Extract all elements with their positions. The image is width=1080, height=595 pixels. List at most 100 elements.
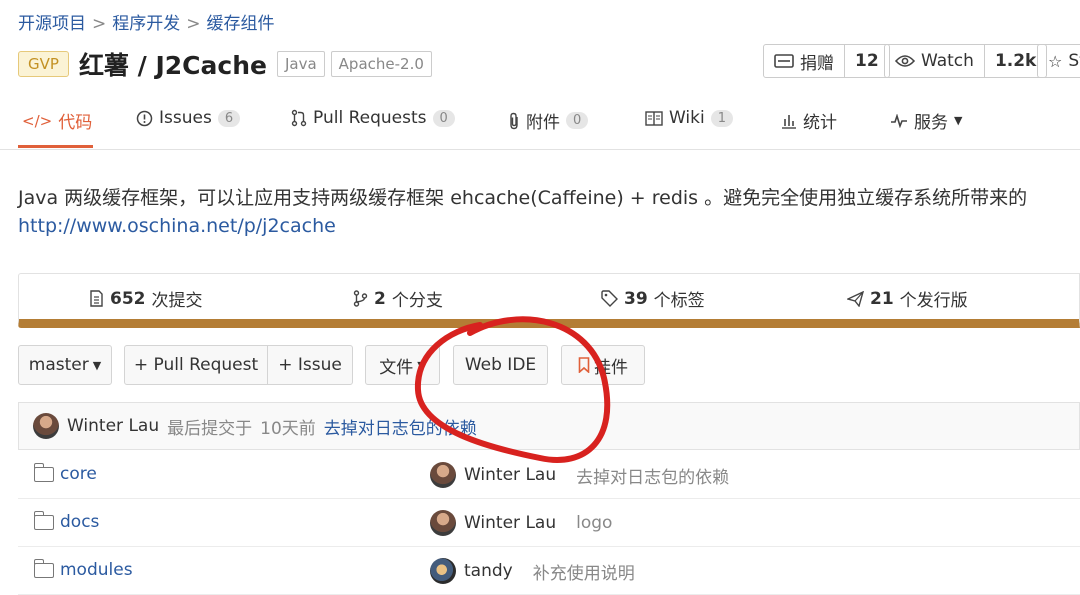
repo-stats-bar: 652 次提交 2 个分支 39 个标签 21 个发行版 [18,273,1080,328]
tab-label: Wiki [669,108,705,128]
donate-button[interactable]: 捐赠 12 [763,44,890,78]
tab-code[interactable]: </> 代码 [22,108,93,134]
star-label: St [1068,51,1080,71]
file-name-link[interactable]: core [60,464,97,484]
branch-icon [353,290,368,307]
folder-icon [33,558,54,578]
file-commit-message[interactable]: logo [576,513,612,533]
tab-label: Pull Requests [313,108,427,128]
file-menu-button[interactable]: 文件 ▼ [365,345,440,385]
commit-icon [90,290,103,307]
send-icon [847,290,864,307]
commit-author[interactable]: Winter Lau [67,416,159,436]
breadcrumb-open-source[interactable]: 开源项目 [18,14,86,34]
caret-down-icon: ▼ [954,114,963,127]
releases-label: 个发行版 [899,291,968,311]
tab-pull-requests[interactable]: Pull Requests 0 [291,108,455,128]
new-pull-request-button[interactable]: + Pull Request [124,345,268,385]
issues-count-badge: 6 [217,109,241,127]
wiki-count-badge: 1 [710,109,734,127]
file-row[interactable]: docs Winter Lau logo [18,499,1080,547]
attachments-count-badge: 0 [566,112,589,129]
branches-count: 2 [374,288,386,309]
gvp-badge[interactable]: GVP [18,51,69,77]
tab-statistics[interactable]: 统计 [781,108,837,133]
caret-down-icon: ▼ [417,358,426,372]
bookmark-icon [578,357,590,373]
issue-icon [136,110,153,126]
language-tag[interactable]: Java [276,51,325,77]
pull-requests-count-badge: 0 [432,109,455,127]
web-ide-button[interactable]: Web IDE [453,345,548,385]
tab-label: Issues [159,108,212,128]
bar-chart-icon [782,114,796,129]
license-tag[interactable]: Apache-2.0 [330,51,432,77]
code-icon: </> [22,111,53,130]
donate-icon [774,54,794,68]
breadcrumb-separator: > [92,14,107,34]
repo-tabs: </> 代码 Issues 6 Pull Requests 0 附件 0 Wik… [0,96,1080,150]
tags-label: 个标签 [653,291,705,311]
folder-icon [33,510,54,530]
donate-count[interactable]: 12 [844,45,889,77]
branch-label: master [28,355,89,375]
widget-label: 挂件 [594,357,628,378]
commits-count: 652 [110,288,146,309]
commit-prefix: 最后提交于 [167,418,253,439]
commit-time: 10天前 [260,418,316,439]
avatar[interactable] [33,413,59,439]
file-commit-message[interactable]: 补充使用说明 [533,559,635,584]
caret-down-icon: ▼ [92,358,102,372]
commits-label: 次提交 [151,291,203,311]
tab-label: 服务 [914,113,948,133]
paperclip-icon [510,112,518,129]
branch-select[interactable]: master ▼ [18,345,112,385]
folder-icon [33,462,54,482]
pull-request-icon [291,109,307,127]
avatar[interactable] [430,558,456,584]
breadcrumb-cache[interactable]: 缓存组件 [207,14,275,34]
new-issue-button[interactable]: + Issue [267,345,353,385]
active-tab-indicator [18,145,93,148]
file-author[interactable]: Winter Lau [464,513,556,533]
star-icon: ☆ [1048,51,1063,71]
tab-services[interactable]: 服务 ▼ [890,108,962,133]
tab-label: 附件 [526,113,560,133]
releases-stat[interactable]: 21 个发行版 [847,286,968,311]
last-commit-bar: Winter Lau 最后提交于 10天前 去掉对日志包的依赖 [18,402,1080,450]
repo-title[interactable]: 红薯 / J2Cache [79,46,267,82]
repo-description: Java 两级缓存框架，可以让应用支持两级缓存框架 ehcache(Caffei… [18,187,1028,209]
tag-icon [601,290,618,307]
releases-count: 21 [870,288,894,309]
tab-label: 代码 [58,113,93,133]
repo-header: GVP 红薯 / J2Cache Java Apache-2.0 [18,46,438,82]
star-button[interactable]: ☆ St [1037,44,1080,78]
commit-message-link[interactable]: 去掉对日志包的依赖 [324,414,477,439]
tags-count: 39 [624,288,648,309]
tab-label: 统计 [803,113,837,133]
file-name-link[interactable]: modules [60,560,133,580]
breadcrumb-dev[interactable]: 程序开发 [112,14,180,34]
tab-issues[interactable]: Issues 6 [136,108,241,128]
file-label: 文件 [379,357,414,378]
homepage-link[interactable]: http://www.oschina.net/p/j2cache [18,215,336,237]
widget-button[interactable]: 挂件 [561,345,645,385]
branches-label: 个分支 [391,291,443,311]
branches-stat[interactable]: 2 个分支 [353,286,443,311]
file-author[interactable]: tandy [464,561,513,581]
file-row[interactable]: core Winter Lau 去掉对日志包的依赖 [18,451,1080,499]
avatar[interactable] [430,510,456,536]
file-author[interactable]: Winter Lau [464,465,556,485]
avatar[interactable] [430,462,456,488]
breadcrumb: 开源项目 > 程序开发 > 缓存组件 [18,9,275,34]
commits-stat[interactable]: 652 次提交 [89,286,203,311]
file-name-link[interactable]: docs [60,512,99,532]
watch-button[interactable]: Watch 1.2k [884,44,1048,78]
donate-label: 捐赠 [800,53,834,74]
file-row[interactable]: modules tandy 补充使用说明 [18,547,1080,595]
file-commit-message[interactable]: 去掉对日志包的依赖 [576,463,729,488]
tags-stat[interactable]: 39 个标签 [601,286,705,311]
tab-wiki[interactable]: Wiki 1 [645,108,734,128]
book-icon [645,110,663,126]
tab-attachments[interactable]: 附件 0 [508,108,589,133]
